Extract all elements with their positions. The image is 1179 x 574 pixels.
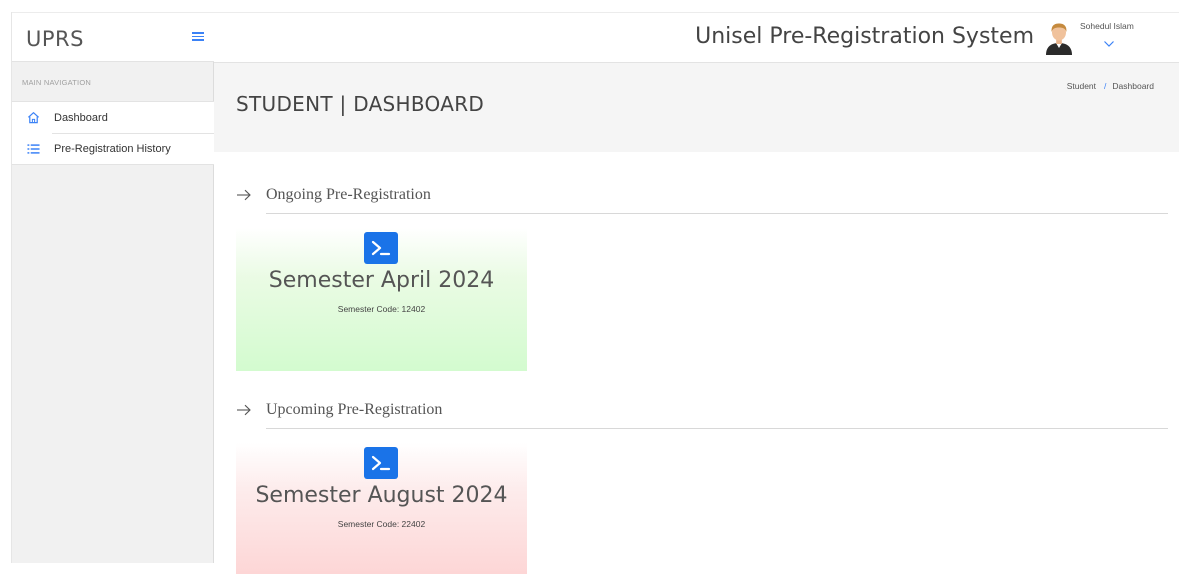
- home-icon: [26, 111, 40, 125]
- sidebar-item-label: Dashboard: [54, 111, 108, 124]
- breadcrumb-dashboard: Dashboard: [1112, 81, 1154, 91]
- nav-list: Dashboard Pre-Registration History: [12, 101, 214, 165]
- chevron-down-icon[interactable]: [1103, 35, 1115, 47]
- section-divider: [266, 428, 1168, 429]
- ongoing-section-heading: Ongoing Pre-Registration: [236, 186, 1168, 216]
- sidebar-item-label: Pre-Registration History: [54, 142, 171, 155]
- semester-title: Semester August 2024: [255, 483, 508, 508]
- arrow-right-icon: [236, 188, 252, 202]
- semester-title: Semester April 2024: [268, 268, 495, 293]
- list-icon: [26, 142, 40, 156]
- section-divider: [266, 213, 1168, 214]
- app-window: UPRS MAIN NAVIGATION Dashboard Pre-Regis…: [0, 0, 1179, 574]
- brand-logo[interactable]: UPRS: [26, 27, 84, 51]
- system-title: Unisel Pre-Registration System: [695, 24, 1034, 49]
- upcoming-semester-card[interactable]: Semester August 2024 Semester Code: 2240…: [236, 443, 527, 574]
- brand-bar: UPRS: [12, 12, 214, 62]
- section-label: Ongoing Pre-Registration: [266, 186, 431, 203]
- sidebar-item-dashboard[interactable]: Dashboard: [12, 102, 214, 133]
- terminal-icon: [364, 447, 398, 479]
- page-title: STUDENT | DASHBOARD: [236, 92, 485, 116]
- top-header: Unisel Pre-Registration System Sohedul I…: [214, 12, 1179, 63]
- nav-heading: MAIN NAVIGATION: [22, 78, 91, 87]
- sidebar-item-pre-registration-history[interactable]: Pre-Registration History: [12, 133, 214, 164]
- sidebar: UPRS MAIN NAVIGATION Dashboard Pre-Regis…: [11, 12, 214, 563]
- hamburger-menu-icon[interactable]: [192, 32, 204, 43]
- arrow-right-icon: [236, 403, 252, 417]
- user-avatar-icon[interactable]: [1044, 21, 1074, 55]
- main-content: STUDENT | DASHBOARD Student / Dashboard On…: [214, 63, 1179, 574]
- breadcrumb: Student / Dashboard: [1067, 81, 1154, 91]
- section-label: Upcoming Pre-Registration: [266, 401, 443, 418]
- semester-code: Semester Code: 22402: [337, 519, 426, 529]
- page-header: STUDENT | DASHBOARD Student / Dashboard: [214, 63, 1179, 152]
- terminal-icon: [364, 232, 398, 264]
- semester-code: Semester Code: 12402: [337, 304, 426, 314]
- user-name[interactable]: Sohedul Islam: [1080, 21, 1134, 31]
- breadcrumb-separator: /: [1104, 81, 1107, 91]
- upcoming-section-heading: Upcoming Pre-Registration: [236, 401, 1168, 431]
- breadcrumb-student[interactable]: Student: [1067, 81, 1096, 91]
- ongoing-semester-card[interactable]: Semester April 2024 Semester Code: 12402: [236, 228, 527, 371]
